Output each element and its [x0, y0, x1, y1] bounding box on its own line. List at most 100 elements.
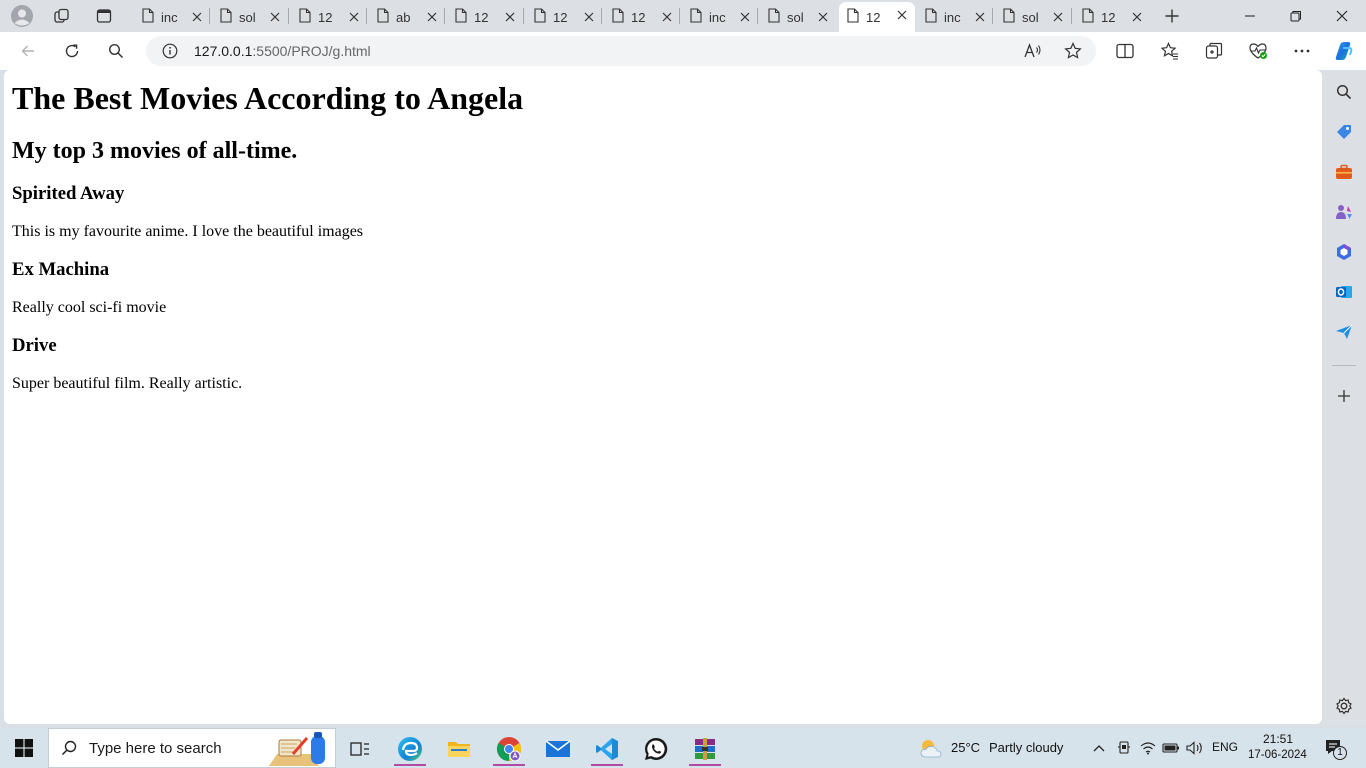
- vscode-icon[interactable]: [587, 732, 627, 766]
- tab-separator: [444, 8, 445, 24]
- movie-description: This is my favourite anime. I love the b…: [12, 223, 364, 240]
- address-bar[interactable]: 127.0.0.1:5500/PROJ/g.html: [146, 36, 1096, 66]
- drop-send-icon[interactable]: [1334, 322, 1354, 342]
- close-tab-icon[interactable]: [505, 9, 515, 26]
- close-window-button[interactable]: [1319, 0, 1365, 32]
- show-hidden-icons-chevron-icon[interactable]: [1090, 739, 1108, 757]
- close-tab-icon[interactable]: [662, 9, 672, 26]
- back-button[interactable]: [14, 37, 42, 65]
- active-indicator: [493, 764, 525, 766]
- weather-condition[interactable]: Partly cloudy: [989, 740, 1063, 755]
- minimize-button[interactable]: [1227, 0, 1273, 32]
- notifications-icon[interactable]: 1: [1324, 738, 1347, 760]
- info-icon[interactable]: [162, 43, 178, 64]
- movie-title: Drive: [12, 335, 57, 356]
- more-options-icon[interactable]: [1288, 37, 1316, 65]
- movie-title: Ex Machina: [12, 259, 110, 280]
- clock-date[interactable]: 17-06-2024: [1248, 749, 1307, 761]
- browser-tab[interactable]: inc: [682, 4, 758, 30]
- browser-tab[interactable]: ab: [369, 4, 445, 30]
- windows-taskbar: Type here to search 25°C Partly cloudy E…: [0, 728, 1366, 768]
- taskbar-search-box[interactable]: Type here to search: [48, 728, 336, 768]
- add-sidebar-app-icon[interactable]: [1334, 386, 1354, 406]
- browser-tab[interactable]: sol: [760, 4, 836, 30]
- profile-icon[interactable]: [9, 4, 35, 28]
- close-tab-icon[interactable]: [1132, 9, 1142, 26]
- close-tab-icon[interactable]: [1053, 9, 1063, 26]
- page-subtitle: My top 3 movies of all-time.: [12, 138, 298, 164]
- tools-briefcase-icon[interactable]: [1334, 162, 1354, 182]
- games-icon[interactable]: [1334, 202, 1354, 222]
- file-explorer-icon[interactable]: [439, 732, 479, 766]
- input-language[interactable]: ENG: [1212, 740, 1238, 754]
- tab-label: 12: [1101, 9, 1116, 25]
- search-placeholder: Type here to search: [89, 740, 222, 757]
- microsoft-365-icon[interactable]: [1334, 242, 1354, 262]
- url-text[interactable]: 127.0.0.1:5500/PROJ/g.html: [194, 43, 371, 59]
- read-aloud-icon[interactable]: [1024, 43, 1042, 64]
- favorite-star-icon[interactable]: [1064, 42, 1082, 65]
- browser-essentials-icon[interactable]: [1244, 37, 1272, 65]
- active-indicator: [689, 764, 721, 766]
- clock-time[interactable]: 21:51: [1263, 732, 1293, 746]
- close-tab-icon[interactable]: [270, 9, 280, 26]
- close-tab-icon[interactable]: [584, 9, 594, 26]
- close-tab-icon[interactable]: [740, 9, 750, 26]
- browser-tab[interactable]: sol: [212, 4, 288, 30]
- mail-icon[interactable]: [538, 732, 578, 766]
- meet-now-icon[interactable]: [1115, 739, 1133, 757]
- close-tab-icon[interactable]: [818, 9, 828, 26]
- browser-tab[interactable]: 12: [839, 2, 915, 32]
- page-icon: [690, 8, 702, 26]
- workspaces-icon[interactable]: [49, 4, 75, 28]
- browser-tab[interactable]: 12: [1074, 4, 1150, 30]
- shopping-tag-icon[interactable]: [1334, 122, 1354, 142]
- sidebar-search-icon[interactable]: [1334, 82, 1354, 102]
- new-tab-button[interactable]: [1159, 4, 1185, 28]
- sidebar-settings-icon[interactable]: [1334, 696, 1354, 716]
- refresh-button[interactable]: [58, 37, 86, 65]
- outlook-icon[interactable]: [1334, 282, 1354, 302]
- url-host: 127.0.0.1: [194, 43, 253, 59]
- tab-label: sol: [239, 9, 256, 25]
- tab-strip: inc sol 12 ab 12 12 12 inc sol 12 inc sol 12: [0, 0, 1366, 32]
- whatsapp-icon[interactable]: [636, 732, 676, 766]
- weather-partly-cloudy-icon[interactable]: [918, 737, 944, 764]
- start-button[interactable]: [0, 728, 48, 768]
- task-view-icon[interactable]: [340, 732, 380, 766]
- tab-actions-icon[interactable]: [91, 4, 117, 28]
- restore-button[interactable]: [1273, 0, 1319, 32]
- wifi-icon[interactable]: [1139, 739, 1157, 757]
- tab-separator: [523, 8, 524, 24]
- search-icon[interactable]: [102, 37, 130, 65]
- tab-label: ab: [396, 9, 411, 25]
- browser-tab[interactable]: 12: [447, 4, 523, 30]
- browser-tab[interactable]: inc: [917, 4, 993, 30]
- browser-tab[interactable]: sol: [995, 4, 1071, 30]
- browser-tab[interactable]: 12: [526, 4, 602, 30]
- tab-separator: [288, 8, 289, 24]
- close-tab-icon[interactable]: [349, 9, 359, 26]
- tab-separator: [1071, 8, 1072, 24]
- edge-taskbar-icon[interactable]: [390, 732, 430, 766]
- favorites-icon[interactable]: [1156, 37, 1184, 65]
- chrome-icon[interactable]: [489, 732, 529, 766]
- copilot-icon[interactable]: [1330, 37, 1358, 65]
- close-tab-icon[interactable]: [427, 9, 437, 26]
- browser-tab[interactable]: inc: [134, 4, 210, 30]
- weather-temperature[interactable]: 25°C: [951, 740, 980, 755]
- browser-tab[interactable]: 12: [291, 4, 367, 30]
- close-tab-icon[interactable]: [897, 7, 907, 24]
- winrar-icon[interactable]: [685, 732, 725, 766]
- browser-tab[interactable]: 12: [604, 4, 680, 30]
- page-icon: [377, 8, 389, 26]
- split-screen-icon[interactable]: [1111, 37, 1139, 65]
- collections-icon[interactable]: [1200, 37, 1228, 65]
- page-icon: [455, 8, 467, 26]
- volume-icon[interactable]: [1186, 739, 1204, 757]
- close-tab-icon[interactable]: [975, 9, 985, 26]
- close-tab-icon[interactable]: [192, 9, 202, 26]
- battery-icon[interactable]: [1162, 739, 1180, 757]
- page-viewport: The Best Movies According to Angela My t…: [4, 70, 1322, 724]
- tab-label: 12: [318, 9, 333, 25]
